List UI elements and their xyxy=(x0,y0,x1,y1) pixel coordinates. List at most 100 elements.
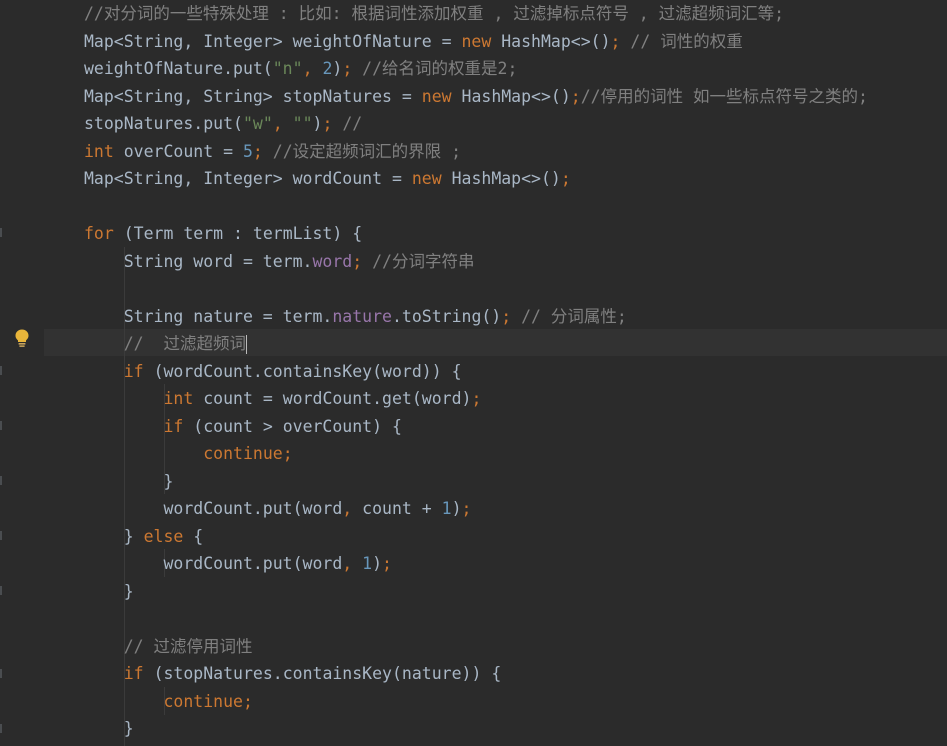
code-token: "" xyxy=(292,114,313,133)
code-token: //设定超频词汇的界限 ; xyxy=(262,141,462,161)
code-line[interactable]: // 过滤停用词性 xyxy=(84,633,253,660)
code-line[interactable]: } xyxy=(84,468,173,495)
fold-marker[interactable] xyxy=(0,476,2,485)
code-token: } xyxy=(84,581,134,601)
code-line[interactable]: String nature = term.nature.toString(); … xyxy=(84,303,627,330)
code-token: new xyxy=(411,169,452,188)
code-token: ) xyxy=(332,59,343,78)
code-token: // 过滤超频词 xyxy=(84,334,246,353)
code-token: // xyxy=(332,114,363,133)
code-token: ; xyxy=(610,31,621,51)
code-token: if xyxy=(123,664,154,683)
code-token: ; xyxy=(352,251,363,271)
code-token: ; xyxy=(570,86,581,106)
code-line[interactable]: } else { xyxy=(84,523,203,550)
code-token: //对分词的一些特殊处理 : 比如: 根据词性添加权重 , 过滤掉标点符号 , … xyxy=(84,4,785,23)
code-line[interactable]: if (count > overCount) { xyxy=(84,413,401,440)
code-token: } xyxy=(84,471,174,491)
code-line[interactable]: if (wordCount.containsKey(word)) { xyxy=(84,358,462,385)
code-token: for xyxy=(84,224,124,243)
code-token: int xyxy=(84,141,124,161)
code-token: "n" xyxy=(272,59,303,78)
code-token: count = wordCount.get(word) xyxy=(203,389,472,408)
code-token: , xyxy=(272,114,293,133)
code-token: if xyxy=(123,361,154,381)
fold-marker[interactable] xyxy=(0,586,2,595)
code-line[interactable]: Map<String, Integer> wordCount = new Has… xyxy=(84,165,571,192)
code-token: String nature = term. xyxy=(84,306,333,326)
code-token: //给名词的权重是2; xyxy=(352,59,518,78)
code-token: ; xyxy=(342,59,353,78)
code-line[interactable]: int overCount = 5; //设定超频词汇的界限 ; xyxy=(84,138,461,165)
code-token: (Term term : termList) { xyxy=(123,224,363,243)
code-token: wordCount.put(word xyxy=(84,554,343,573)
fold-marker[interactable] xyxy=(0,531,2,540)
code-token: ; xyxy=(252,141,263,161)
code-token: , xyxy=(302,59,323,78)
code-line[interactable]: } xyxy=(84,715,134,742)
code-token: // 词性的权重 xyxy=(620,31,743,51)
fold-marker[interactable] xyxy=(0,669,2,678)
code-token: } xyxy=(84,526,144,546)
code-token: (wordCount.containsKey(word)) { xyxy=(153,361,462,381)
fold-marker[interactable] xyxy=(0,421,2,430)
code-line[interactable]: int count = wordCount.get(word); xyxy=(84,385,481,412)
code-line[interactable]: Map<String, String> stopNatures = new Ha… xyxy=(84,83,868,110)
code-token: , xyxy=(342,499,363,518)
code-token: new xyxy=(421,86,462,106)
code-line[interactable]: wordCount.put(word, 1); xyxy=(84,550,392,577)
code-token: overCount = xyxy=(123,141,243,161)
code-token: ; xyxy=(461,499,472,518)
code-line[interactable]: continue; xyxy=(84,440,292,467)
code-line[interactable]: } xyxy=(84,578,134,605)
code-token: } xyxy=(84,719,134,738)
code-token: new xyxy=(461,31,502,51)
code-token: , xyxy=(342,554,363,573)
code-line[interactable]: stopNatures.put("w", ""); // xyxy=(84,110,362,137)
code-line[interactable]: if (stopNatures.containsKey(nature)) { xyxy=(84,660,502,687)
code-line[interactable]: weightOfNature.put("n", 2); //给名词的权重是2; xyxy=(84,55,517,82)
code-token: weightOfNature.put( xyxy=(84,59,273,78)
code-token: 2 xyxy=(322,59,333,78)
code-token: //分词字符串 xyxy=(362,251,475,271)
code-line[interactable]: String word = term.word; //分词字符串 xyxy=(84,248,475,275)
code-line[interactable]: for (Term term : termList) { xyxy=(84,220,362,247)
code-token: wordCount.put(word xyxy=(84,499,343,518)
lightbulb-icon[interactable] xyxy=(13,328,31,348)
code-token: ) xyxy=(312,114,323,133)
editor-gutter[interactable] xyxy=(0,0,44,746)
code-line[interactable]: //对分词的一些特殊处理 : 比如: 根据词性添加权重 , 过滤掉标点符号 , … xyxy=(84,0,784,27)
code-token: String word = term. xyxy=(84,251,313,271)
code-token: HashMap<>() xyxy=(501,31,611,51)
code-token: nature xyxy=(332,306,392,326)
text-cursor xyxy=(245,335,247,354)
code-token: word xyxy=(312,251,353,271)
fold-marker[interactable] xyxy=(0,724,2,733)
fold-marker[interactable] xyxy=(0,228,2,237)
code-line[interactable]: wordCount.put(word, count + 1); xyxy=(84,495,471,522)
code-editor[interactable]: //对分词的一些特殊处理 : 比如: 根据词性添加权重 , 过滤掉标点符号 , … xyxy=(0,0,947,746)
code-token: count + xyxy=(362,499,442,518)
code-token: // 过滤停用词性 xyxy=(84,636,253,656)
fold-marker[interactable] xyxy=(0,366,2,375)
code-token: ; xyxy=(382,554,392,573)
code-token: .toString() xyxy=(391,306,502,326)
code-token: HashMap<>() xyxy=(461,86,571,106)
code-line[interactable]: // 过滤超频词 xyxy=(84,330,247,357)
code-token: ) xyxy=(451,499,462,518)
code-token: ) xyxy=(372,554,383,573)
code-line[interactable]: continue; xyxy=(84,688,252,715)
code-token: Map<String, Integer> wordCount = xyxy=(84,169,412,188)
code-token: 1 xyxy=(362,554,373,573)
code-token: HashMap<>() xyxy=(451,169,561,188)
code-token: //停用的词性 如一些标点符号之类的; xyxy=(580,86,868,106)
code-token: 5 xyxy=(242,141,253,161)
code-token: Map<String, Integer> weightOfNature = xyxy=(84,31,462,51)
code-line[interactable]: Map<String, Integer> weightOfNature = ne… xyxy=(84,28,743,55)
code-token: // 分词属性; xyxy=(511,306,627,326)
